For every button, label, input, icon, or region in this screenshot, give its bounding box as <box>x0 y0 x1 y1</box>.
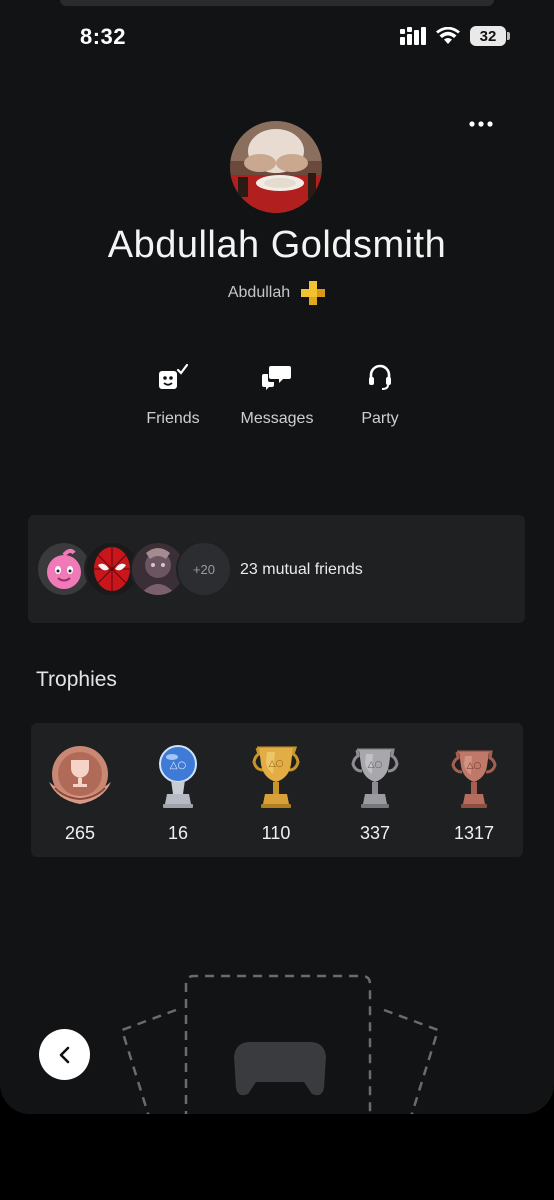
more-options-button[interactable] <box>466 112 496 136</box>
svg-text:△○: △○ <box>467 761 482 771</box>
trophy-level[interactable]: 265 <box>35 741 125 844</box>
trophies-title: Trophies <box>36 668 117 691</box>
bronze-trophy-icon: △○ <box>451 750 497 808</box>
friends-icon <box>159 363 189 389</box>
svg-text:△○: △○ <box>269 759 284 769</box>
bronze-trophy-count: 1317 <box>453 823 495 843</box>
silver-trophy[interactable]: △○ 337 <box>330 741 420 844</box>
chevron-left-icon <box>59 1046 69 1063</box>
platinum-trophy-icon: △○ <box>159 745 197 808</box>
battery-icon: 32 <box>470 26 510 46</box>
party-label: Party <box>361 410 399 427</box>
top-bezel <box>60 0 494 6</box>
trophy-level-icon <box>49 746 111 804</box>
silver-trophy-icon: △○ <box>351 748 399 808</box>
trophies-card[interactable]: 265 △○ 16 △○ 110 △○ 337 △○ 1317 <box>31 723 523 857</box>
gold-trophy-count: 110 <box>261 823 291 843</box>
party-headset-icon <box>369 364 391 390</box>
avatar-image <box>230 121 322 213</box>
messages-button[interactable]: Messages <box>232 360 322 428</box>
ps-plus-icon <box>301 281 326 305</box>
mutual-friends-card[interactable]: +20 23 mutual friends <box>28 515 525 623</box>
empty-games-illustration <box>120 974 440 1114</box>
gold-trophy-icon: △○ <box>252 746 300 808</box>
gold-trophy[interactable]: △○ 110 <box>231 741 321 844</box>
party-button[interactable]: Party <box>335 360 425 428</box>
silver-trophy-count: 337 <box>359 823 391 843</box>
friends-button[interactable]: Friends <box>128 360 218 428</box>
trophy-level-count: 265 <box>64 823 96 843</box>
bronze-trophy[interactable]: △○ 1317 <box>429 741 519 844</box>
svg-text:△○: △○ <box>170 760 186 771</box>
profile-screen: 8:32 32 Abdullah Goldsmith Abdullah Frie… <box>0 0 554 1114</box>
friends-label: Friends <box>146 410 200 427</box>
messages-icon <box>262 366 291 390</box>
profile-name: Abdullah Goldsmith <box>107 224 447 266</box>
platinum-trophy-count: 16 <box>167 823 189 843</box>
wifi-icon <box>436 27 460 44</box>
messages-label: Messages <box>240 410 314 427</box>
online-id: Abdullah <box>227 284 291 301</box>
status-icons: 32 <box>400 26 510 46</box>
signal-icon <box>400 27 426 45</box>
platinum-trophy[interactable]: △○ 16 <box>133 741 223 844</box>
online-id-row: Abdullah <box>0 280 554 306</box>
back-button[interactable] <box>39 1029 90 1080</box>
status-time: 8:32 <box>80 24 127 49</box>
profile-avatar[interactable] <box>230 121 322 213</box>
svg-text:△○: △○ <box>368 760 383 770</box>
mutual-friends-text: 23 mutual friends <box>240 561 363 578</box>
mutual-friends-more-count: +20 <box>176 541 232 597</box>
